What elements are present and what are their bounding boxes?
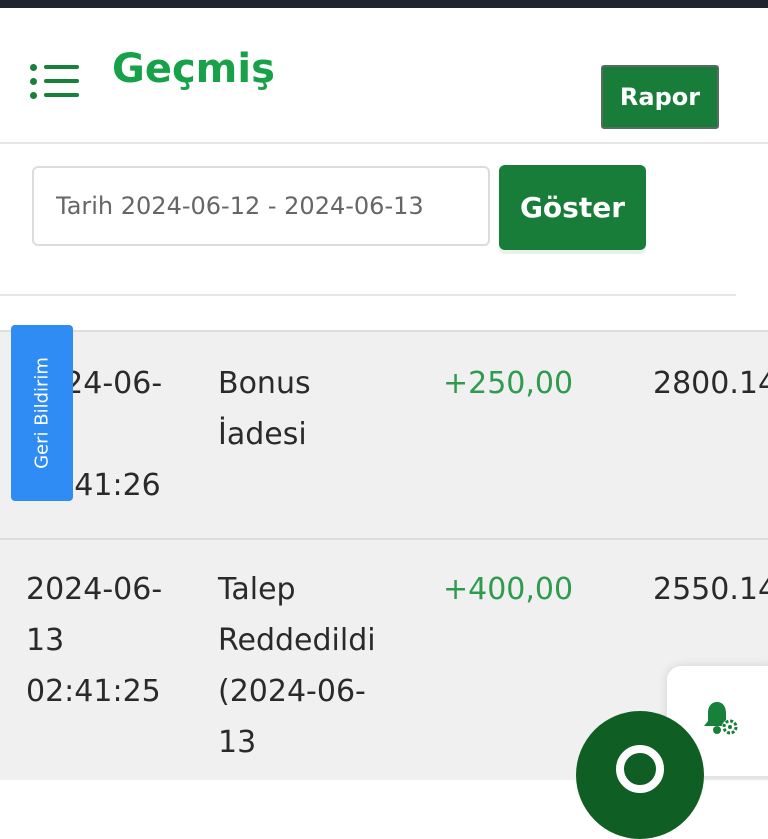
top-status-bar xyxy=(0,0,768,8)
feedback-tab-label: Geri Bildirim xyxy=(31,357,53,469)
chat-button[interactable] xyxy=(576,711,704,839)
show-button[interactable]: Göster xyxy=(499,165,646,250)
row-amount: +400,00 xyxy=(443,572,574,607)
date-filter: Göster xyxy=(0,144,768,294)
row-description: Talep Reddedildi (2024-06- 13 xyxy=(218,572,376,760)
menu-icon[interactable] xyxy=(30,62,80,102)
page-title: Geçmiş xyxy=(112,46,275,92)
feedback-tab[interactable]: Geri Bildirim xyxy=(11,325,73,501)
report-button[interactable]: Rapor xyxy=(601,65,719,129)
row-balance: 2550.14 xyxy=(653,572,768,607)
row-amount: +250,00 xyxy=(443,366,574,401)
row-date: 2024-06- 13 02:41:25 xyxy=(26,572,163,709)
row-balance: 2800.14 xyxy=(653,366,768,401)
table-row[interactable]: 2024-06- 13 02:41:26 Bonus İadesi +250,0… xyxy=(0,330,768,538)
row-description: Bonus İadesi xyxy=(218,366,311,452)
date-range-input[interactable] xyxy=(32,166,490,246)
page-header: Geçmiş Rapor xyxy=(0,8,768,144)
bell-gear-icon xyxy=(704,702,738,735)
chat-icon xyxy=(616,745,664,793)
